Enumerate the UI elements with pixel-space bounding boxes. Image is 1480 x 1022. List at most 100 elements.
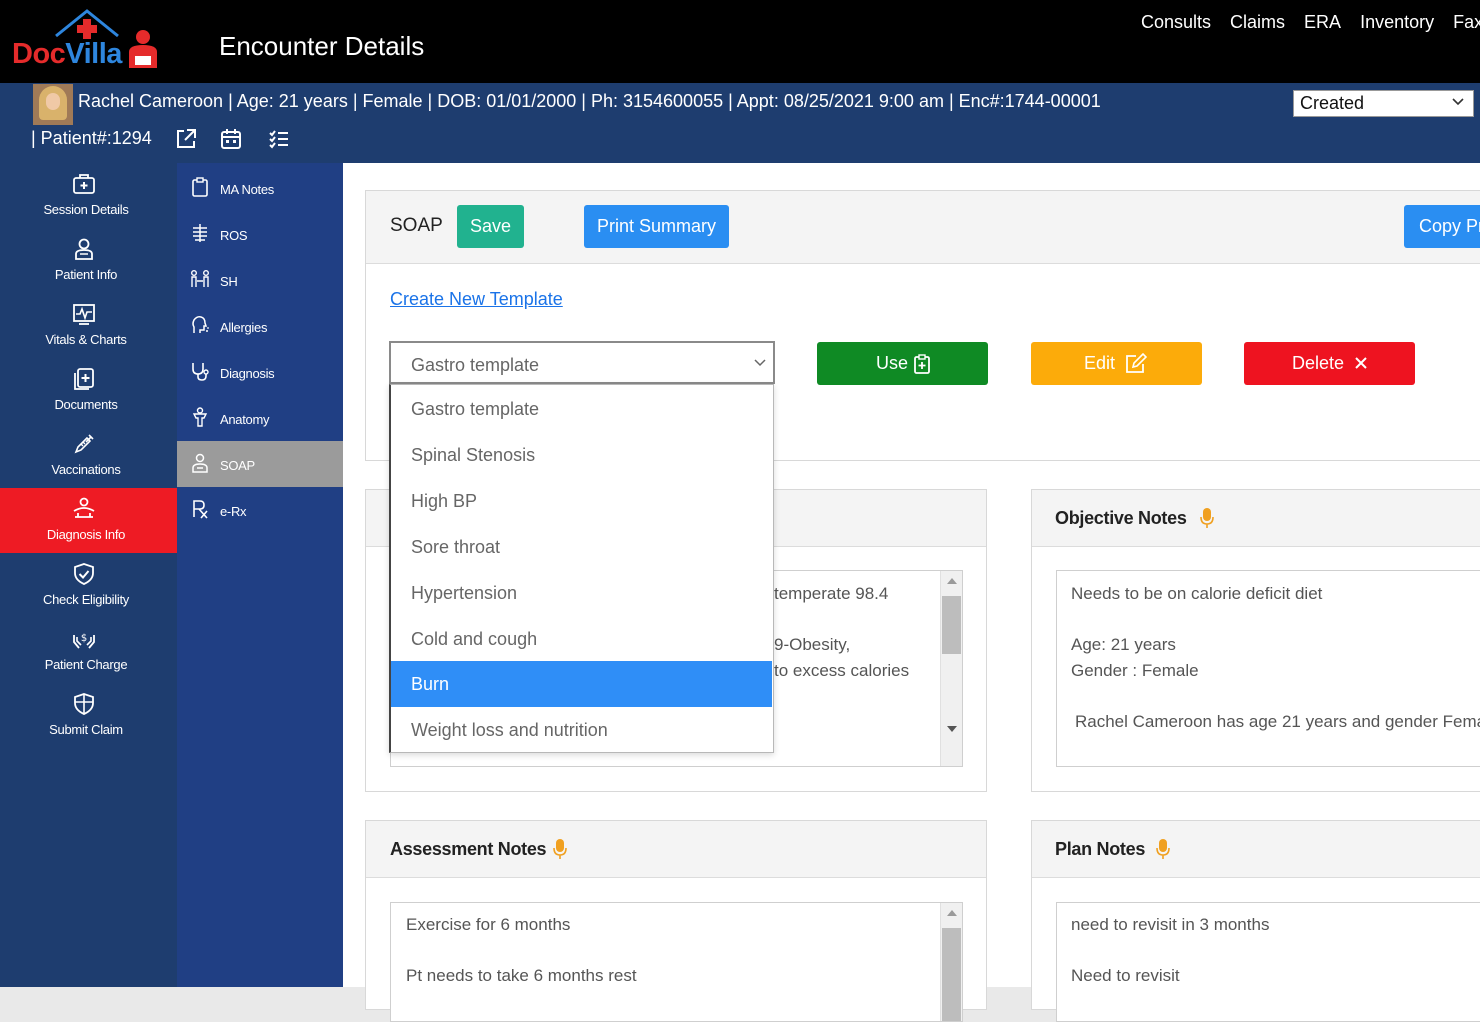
syringe-icon: [74, 434, 94, 454]
create-new-template-link[interactable]: Create New Template: [390, 289, 563, 310]
nav-inventory[interactable]: Inventory: [1360, 12, 1434, 33]
logo-wordmark: DocVilla: [12, 38, 122, 70]
calendar-icon[interactable]: [219, 127, 243, 151]
sidebar-item-vitals-charts[interactable]: Vitals & Charts: [0, 293, 177, 358]
template-option[interactable]: Spinal Stenosis: [391, 432, 772, 478]
sidebar-item-label: Vitals & Charts: [45, 332, 127, 347]
subnav-item-sh[interactable]: SH: [177, 257, 343, 303]
subnav-item-label: e-Rx: [220, 504, 247, 519]
sidebar-item-label: Patient Charge: [44, 657, 128, 672]
shield-check-icon: [74, 563, 94, 585]
encounter-status-select[interactable]: Created: [1293, 90, 1474, 117]
assessment-title: Assessment Notes: [390, 839, 547, 859]
soap-icon: [192, 453, 208, 473]
print-summary-button[interactable]: Print Summary: [584, 205, 729, 248]
template-select-value: Gastro template: [411, 355, 540, 375]
subnav-item-label: Anatomy: [220, 412, 270, 427]
subnav-item-ma-notes[interactable]: MA Notes: [177, 165, 343, 211]
subnav-item-diagnosis[interactable]: Diagnosis: [177, 349, 343, 395]
plan-card-header: Plan Notes: [1032, 821, 1480, 878]
sidebar-item-label: Submit Claim: [49, 722, 123, 737]
template-option[interactable]: High BP: [391, 478, 772, 524]
rx-icon: [193, 500, 208, 519]
chevron-down-icon: [754, 359, 766, 367]
edit-template-button[interactable]: Edit: [1031, 342, 1202, 385]
sidebar-item-submit-claim[interactable]: Submit Claim: [0, 683, 177, 748]
subjective-line: to excess calories: [774, 661, 910, 680]
microphone-icon[interactable]: [1200, 507, 1214, 529]
scroll-up-icon[interactable]: [946, 909, 958, 917]
subnav-item-erx[interactable]: e-Rx: [177, 487, 343, 533]
microphone-icon[interactable]: [553, 838, 567, 860]
assessment-notes-field[interactable]: Exercise for 6 months Pt needs to take 6…: [390, 902, 963, 1022]
sidebar-item-patient-info[interactable]: Patient Info: [0, 228, 177, 293]
subnav-item-label: SOAP: [220, 458, 255, 473]
objective-line: Needs to be on calorie deficit diet: [1071, 584, 1323, 603]
edit-label: Edit: [1084, 353, 1116, 373]
plan-notes-field[interactable]: need to revisit in 3 months Need to revi…: [1056, 902, 1480, 1022]
copy-previous-button[interactable]: Copy Pr: [1404, 205, 1480, 248]
nav-consults[interactable]: Consults: [1141, 12, 1211, 33]
sidebar-item-check-eligibility[interactable]: Check Eligibility: [0, 553, 177, 618]
nav-era[interactable]: ERA: [1304, 12, 1341, 33]
template-option[interactable]: Cold and cough: [391, 616, 772, 662]
sidebar-item-vaccinations[interactable]: Vaccinations: [0, 423, 177, 488]
docvilla-logo[interactable]: DocVilla: [12, 8, 162, 73]
template-select[interactable]: Gastro template: [389, 341, 775, 384]
close-icon: [1355, 357, 1367, 369]
sidebar-item-patient-charge[interactable]: $ Patient Charge: [0, 618, 177, 683]
subnav-item-ros[interactable]: ROS: [177, 211, 343, 257]
plan-line: Need to revisit: [1071, 966, 1180, 985]
template-option[interactable]: Sore throat: [391, 524, 772, 570]
delete-template-button[interactable]: Delete: [1244, 342, 1415, 385]
sidebar-item-label: Documents: [54, 397, 118, 412]
ros-icon: [193, 224, 207, 242]
stethoscope-icon: [192, 363, 209, 381]
allergies-icon: [192, 316, 209, 333]
template-option[interactable]: Hypertension: [391, 570, 772, 616]
scroll-thumb[interactable]: [942, 928, 961, 1021]
anatomy-icon: [192, 407, 208, 427]
subnav-item-anatomy[interactable]: Anatomy: [177, 395, 343, 441]
objective-line: Rachel Cameroon has age 21 years and gen…: [1075, 712, 1480, 731]
svg-text:$: $: [81, 633, 87, 644]
use-template-button[interactable]: Use: [817, 342, 988, 385]
status-value: Created: [1300, 93, 1365, 113]
sidebar-item-label: Vaccinations: [51, 462, 121, 477]
patient-number: | Patient#:1294: [31, 128, 152, 148]
external-link-icon[interactable]: [174, 127, 198, 151]
sidebar-item-diagnosis-info[interactable]: Diagnosis Info: [0, 488, 177, 553]
nav-fax[interactable]: Fax: [1453, 12, 1480, 33]
objective-title: Objective Notes: [1055, 508, 1187, 528]
sidebar-item-documents[interactable]: Documents: [0, 358, 177, 423]
assessment-card: Assessment Notes Exercise for 6 months P…: [365, 820, 987, 1022]
sidebar-item-session-details[interactable]: Session Details: [0, 163, 177, 228]
main-content: SOAP Save Print Summary Copy Pr Create N…: [343, 163, 1480, 1022]
plan-card: Plan Notes need to revisit in 3 months N…: [1031, 820, 1480, 1022]
microphone-icon[interactable]: [1156, 838, 1170, 860]
subnav-item-soap[interactable]: SOAP: [177, 441, 343, 487]
template-option[interactable]: Weight loss and nutrition: [391, 707, 772, 753]
subnav-item-allergies[interactable]: Allergies: [177, 303, 343, 349]
diagnosis-icon: [73, 497, 95, 518]
patient-summary: Rachel Cameroon | Age: 21 years | Female…: [78, 91, 1101, 111]
template-option-highlighted[interactable]: Burn: [391, 661, 772, 707]
scroll-down-icon[interactable]: [946, 725, 958, 733]
delete-label: Delete: [1292, 353, 1345, 373]
nav-claims[interactable]: Claims: [1230, 12, 1285, 33]
scroll-up-icon[interactable]: [946, 577, 958, 585]
save-button[interactable]: Save: [457, 205, 524, 248]
plan-title: Plan Notes: [1055, 839, 1146, 859]
objective-notes-field[interactable]: Needs to be on calorie deficit diet Age:…: [1056, 570, 1480, 767]
scroll-thumb[interactable]: [942, 596, 961, 654]
assessment-scrollbar[interactable]: [940, 903, 962, 1021]
top-bar: DocVilla Encounter Details Consults Clai…: [0, 0, 1480, 83]
checklist-icon[interactable]: [267, 127, 291, 151]
clipboard-icon: [192, 177, 208, 197]
sidebar-item-label: Session Details: [43, 202, 129, 217]
subnav-item-label: SH: [220, 274, 238, 289]
subjective-scrollbar[interactable]: [940, 571, 962, 766]
medical-kit-icon: [73, 174, 95, 194]
template-option[interactable]: Gastro template: [391, 386, 772, 432]
assessment-line: Exercise for 6 months: [406, 915, 571, 934]
